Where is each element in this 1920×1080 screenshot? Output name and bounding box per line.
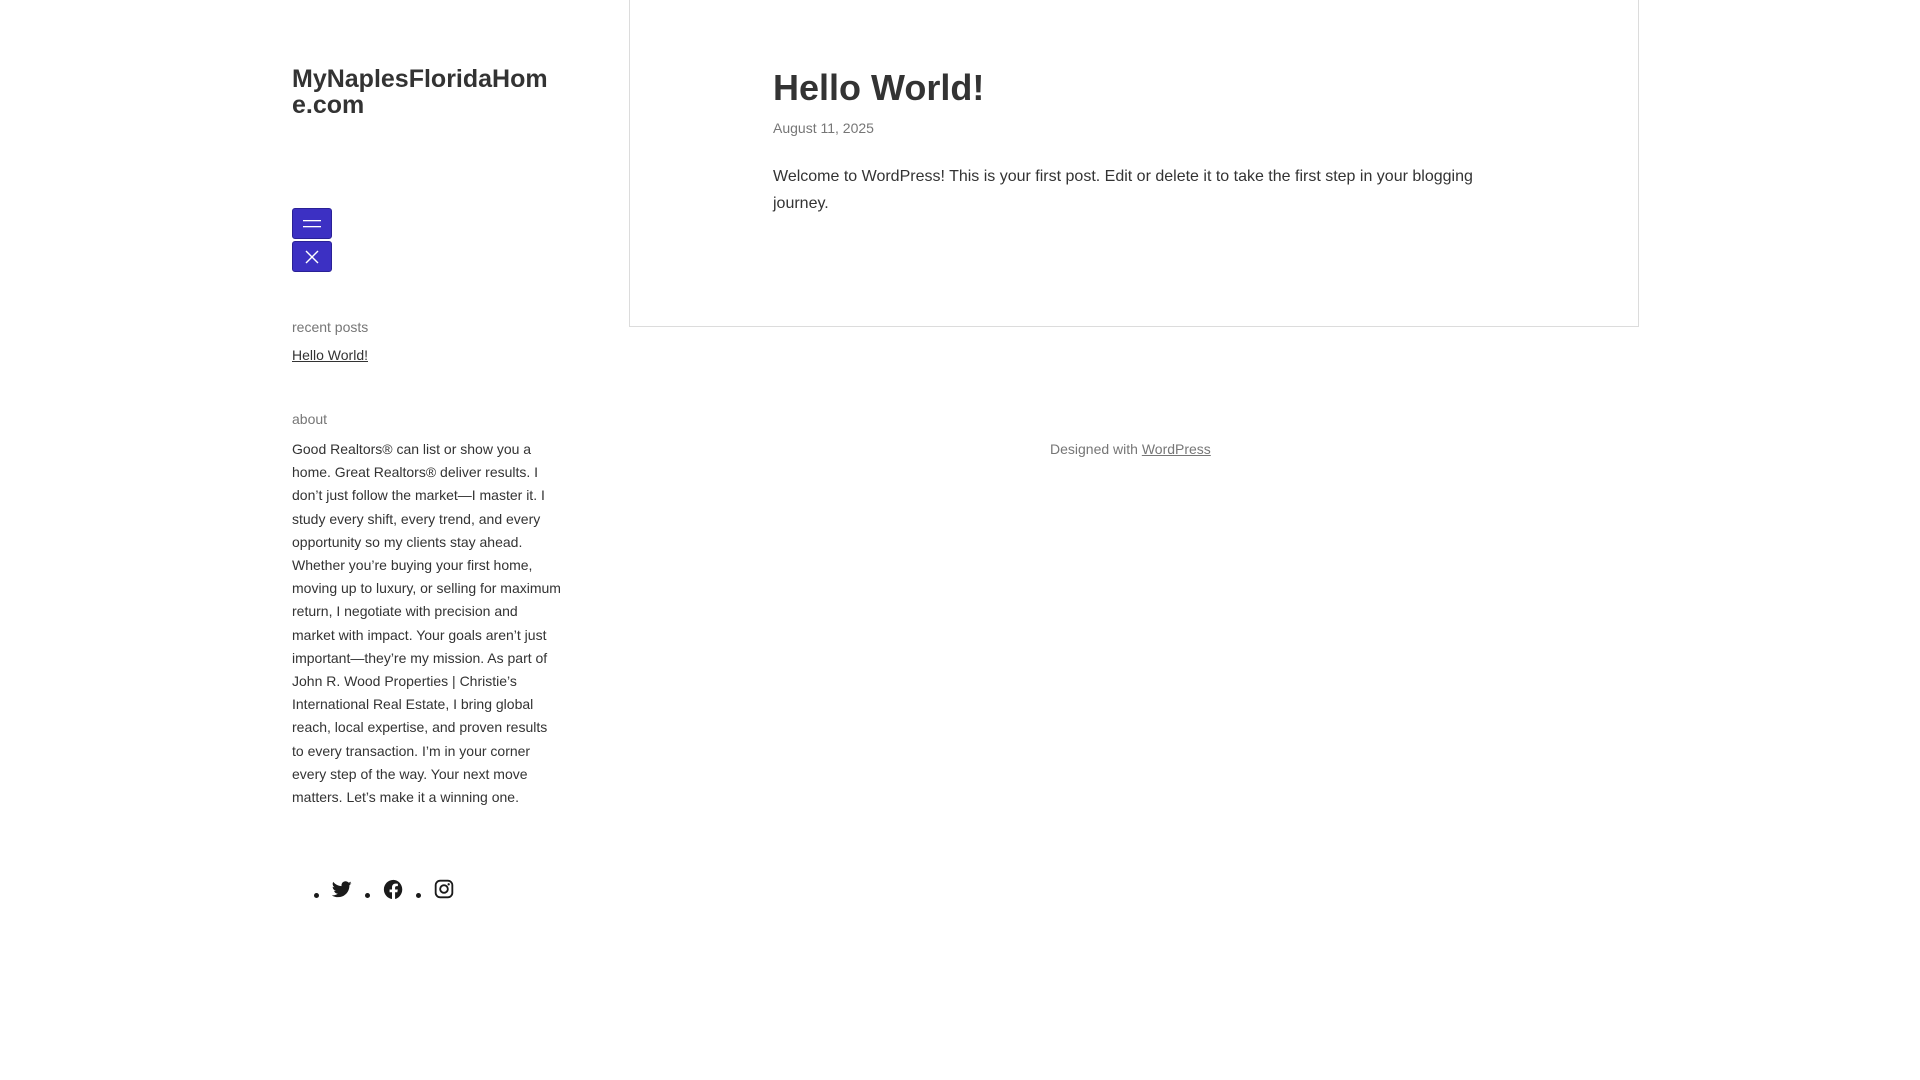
menu-open-button[interactable] [292, 208, 332, 239]
wordpress-link[interactable]: WordPress [1142, 441, 1211, 457]
page: MyNaplesFloridaHome.com recent posts Hel… [0, 0, 1920, 1080]
recent-posts-heading: recent posts [292, 319, 369, 335]
site-title[interactable]: MyNaplesFloridaHome.com [292, 66, 562, 118]
instagram-icon[interactable] [433, 878, 455, 900]
close-icon [304, 249, 320, 265]
post-body: Welcome to WordPress! This is your first… [773, 168, 1473, 212]
list-bullet [365, 893, 370, 898]
list-bullet [416, 893, 421, 898]
post-card: Hello World! August 11, 2025 Welcome to … [629, 0, 1639, 327]
footer-credit-prefix: Designed with [1050, 441, 1142, 457]
recent-post-link[interactable]: Hello World! [292, 347, 368, 363]
menu-close-button[interactable] [292, 241, 332, 272]
list-bullet [314, 893, 319, 898]
footer-credit: Designed with WordPress [1050, 441, 1211, 457]
about-heading: about [292, 411, 328, 427]
post-date: August 11, 2025 [773, 120, 874, 136]
twitter-icon[interactable] [331, 878, 353, 900]
post-title[interactable]: Hello World! [773, 68, 984, 108]
facebook-icon[interactable] [382, 878, 404, 900]
social-links [314, 878, 467, 900]
about-text: Good Realtors® can list or show you a ho… [292, 441, 561, 806]
hamburger-menu-icon [303, 218, 321, 230]
